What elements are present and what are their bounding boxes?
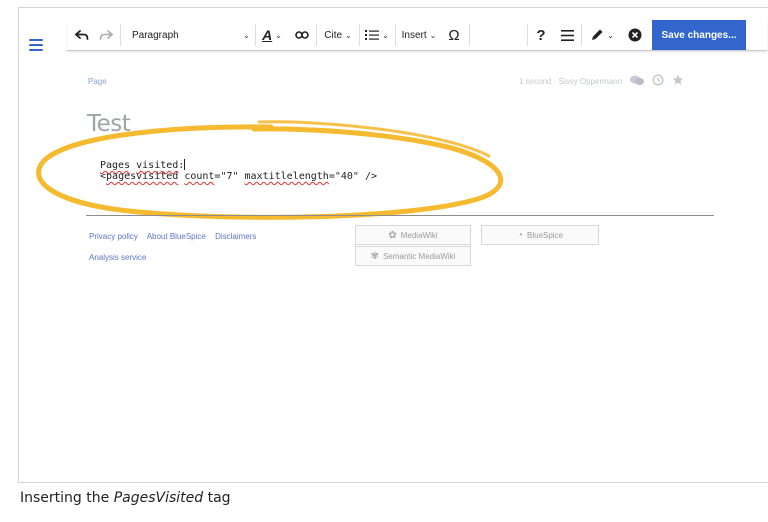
mediawiki-badge[interactable]: ✿ MediaWiki — [355, 225, 471, 245]
insert-dropdown[interactable]: Insert ⌄ — [397, 20, 441, 50]
undo-arrow-icon[interactable] — [71, 20, 93, 50]
analysis-service-link[interactable]: Analysis service — [89, 253, 146, 262]
link-icon[interactable] — [291, 20, 313, 50]
cite-label: Cite — [324, 29, 343, 41]
code-word-pages: Pages — [100, 160, 131, 171]
visual-editor-toolbar: Paragraph ⌄ A ⌄ Cite ⌄ ⌄ Insert ⌄ Ω ? ⌄ … — [67, 20, 767, 51]
image-caption: Inserting the PagesVisited tag — [20, 490, 231, 506]
code-attr-count: count — [184, 171, 215, 182]
caption-emphasis: PagesVisited — [113, 490, 204, 506]
privacy-policy-link[interactable]: Privacy policy — [89, 232, 138, 241]
page-title: Test — [87, 111, 131, 137]
disclaimers-link[interactable]: Disclaimers — [215, 232, 256, 241]
insert-label: Insert — [401, 29, 427, 41]
bulleted-list-icon[interactable]: ⌄ — [361, 20, 393, 50]
mediawiki-logo-icon: ✿ — [388, 229, 397, 241]
help-icon[interactable]: ? — [529, 20, 553, 50]
text-style-A-icon[interactable]: A ⌄ — [257, 20, 287, 50]
chevron-down-icon: ⌄ — [243, 30, 250, 40]
main-menu-icon[interactable] — [29, 39, 43, 51]
bluespice-logo-icon: ◔ — [516, 229, 523, 241]
history-icon[interactable] — [652, 74, 664, 88]
footer-divider — [86, 215, 714, 216]
discussion-icon[interactable] — [630, 75, 645, 88]
last-edit-info: 1 second · Sissy Oppermann — [519, 76, 623, 86]
footer-links: Privacy policy About BlueSpice Disclaime… — [89, 232, 263, 262]
special-character-icon[interactable]: Ω — [441, 20, 467, 50]
page-tab[interactable]: Page — [88, 77, 107, 86]
about-bluespice-link[interactable]: About BlueSpice — [147, 232, 206, 241]
pencil-icon[interactable]: ⌄ — [585, 20, 619, 50]
page-meta: 1 second · Sissy Oppermann — [519, 72, 684, 90]
paragraph-label: Paragraph — [132, 29, 179, 41]
save-changes-button[interactable]: Save changes... — [652, 20, 746, 50]
editor-content[interactable]: Pages visited: <pagesvisited count="7" m… — [100, 159, 377, 182]
screenshot-frame: Paragraph ⌄ A ⌄ Cite ⌄ ⌄ Insert ⌄ Ω ? ⌄ … — [18, 7, 768, 483]
smw-logo-icon: ✾ — [370, 250, 379, 262]
code-attr-maxtitlelength: maxtitlelength — [244, 171, 329, 182]
smw-badge[interactable]: ✾ Semantic MediaWiki — [355, 246, 471, 266]
redo-arrow-icon[interactable] — [95, 20, 117, 50]
code-value-count: ="7" — [214, 171, 245, 182]
paragraph-format-dropdown[interactable]: Paragraph ⌄ — [124, 20, 254, 50]
code-value-maxtitlelength: ="40" /> — [328, 171, 377, 182]
menu-lines-icon[interactable] — [555, 20, 579, 50]
cite-dropdown[interactable]: Cite ⌄ — [318, 20, 358, 50]
bluespice-badge[interactable]: ◔ BlueSpice — [481, 225, 599, 245]
text-cursor — [184, 159, 186, 170]
code-word-visited: visited — [136, 160, 179, 171]
close-circle-icon[interactable] — [622, 20, 648, 50]
code-tag-name: pagesvisited — [106, 171, 179, 182]
star-icon[interactable] — [672, 74, 684, 88]
